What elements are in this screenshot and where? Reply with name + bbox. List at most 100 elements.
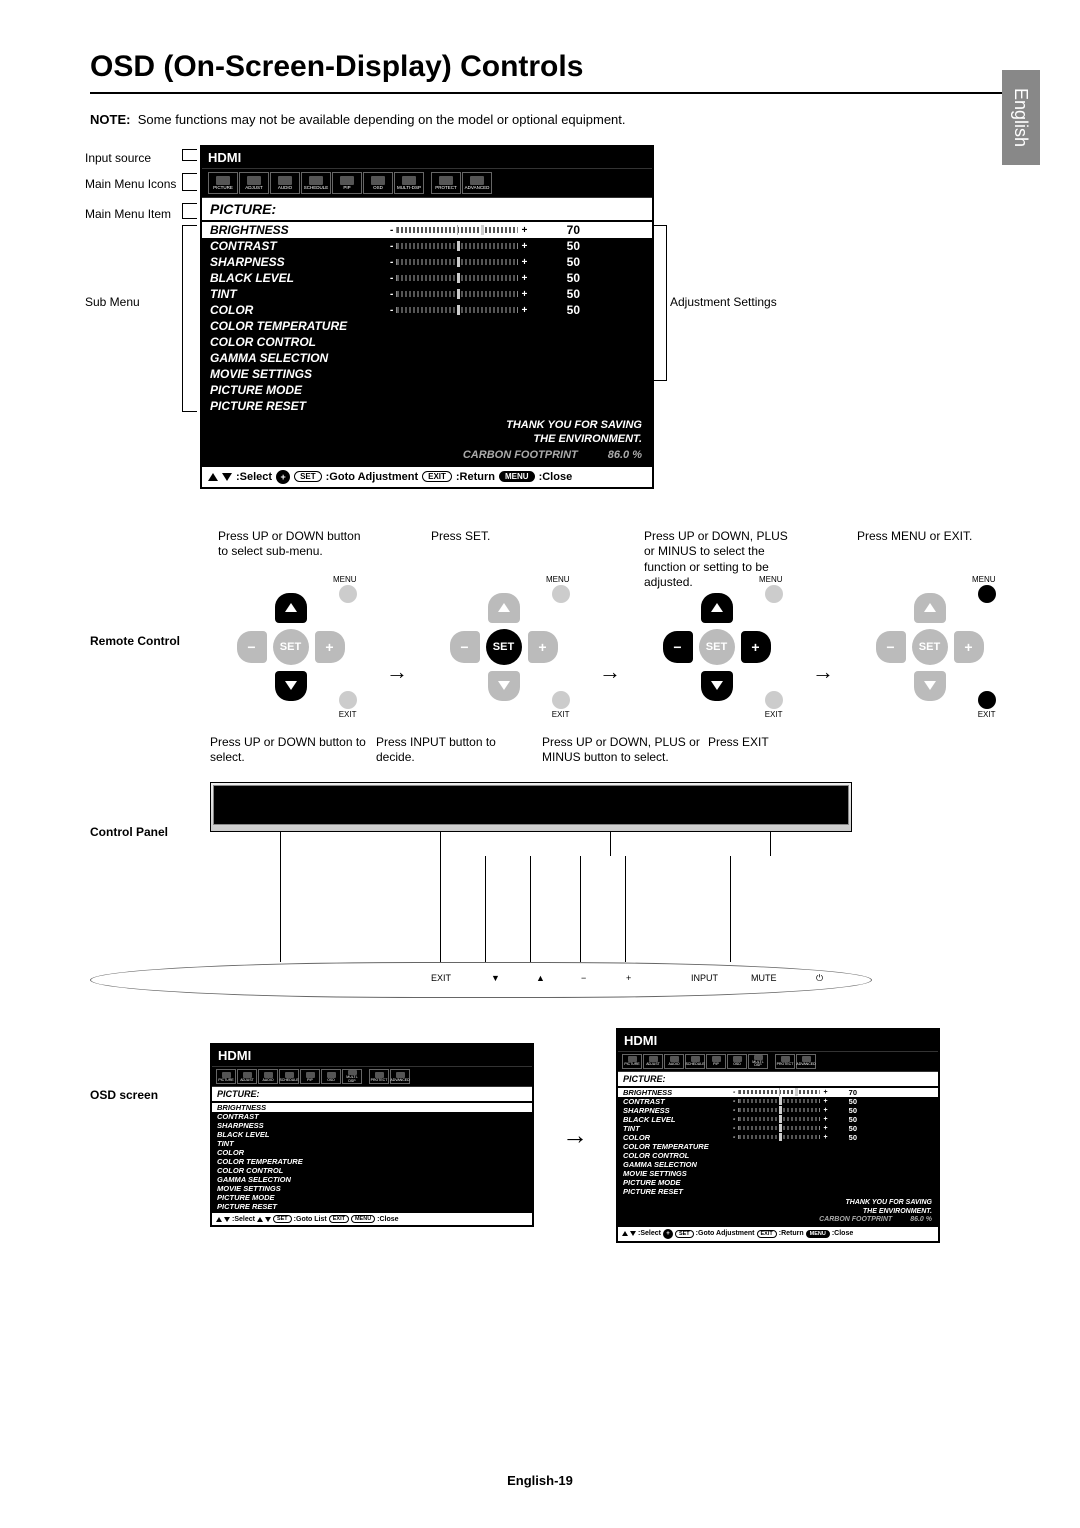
osd-item-picture-reset[interactable]: PICTURE RESET [618, 1187, 938, 1196]
menu-icon-advanced[interactable]: ADVANCED [796, 1054, 816, 1069]
cpanel-button-6[interactable]: MUTE [751, 973, 777, 983]
dpad-set-button[interactable]: SET [699, 629, 735, 665]
dpad-down-button[interactable] [701, 671, 733, 701]
osd-item-picture-mode[interactable]: PICTURE MODE [618, 1178, 938, 1187]
cpanel-button-7[interactable]: ⏻ [816, 973, 823, 984]
osd-item-black-level[interactable]: BLACK LEVEL [212, 1130, 532, 1139]
menu-icon-multi-dsp[interactable]: MULTI-DSP [394, 172, 424, 194]
menu-icon-osd[interactable]: OSD [321, 1069, 341, 1084]
menu-icon-adjust[interactable]: ADJUST [239, 172, 269, 194]
dpad-down-button[interactable] [914, 671, 946, 701]
menu-icon-audio[interactable]: AUDIO [258, 1069, 278, 1084]
osd-item-gamma-selection[interactable]: GAMMA SELECTION [618, 1160, 938, 1169]
cpanel-button-4[interactable]: + [626, 973, 631, 983]
osd-item-gamma-selection[interactable]: GAMMA SELECTION [202, 350, 652, 366]
osd-item-tint[interactable]: TINT-+50 [202, 286, 652, 302]
dpad-plus-button[interactable]: + [954, 631, 984, 663]
menu-icon-protect[interactable]: PROTECT [431, 172, 461, 194]
menu-icon-picture[interactable]: PICTURE [208, 172, 238, 194]
osd-item-movie-settings[interactable]: MOVIE SETTINGS [618, 1169, 938, 1178]
menu-button[interactable] [339, 585, 357, 603]
osd-item-color-temperature[interactable]: COLOR TEMPERATURE [202, 318, 652, 334]
cpanel-button-2[interactable]: ▲ [536, 973, 545, 983]
osd-item-black-level[interactable]: BLACK LEVEL-+50 [618, 1115, 938, 1124]
osd-item-picture-reset[interactable]: PICTURE RESET [202, 398, 652, 414]
osd-item-sharpness[interactable]: SHARPNESS-+50 [202, 254, 652, 270]
osd-item-brightness[interactable]: BRIGHTNESS-+70 [202, 222, 652, 238]
osd-item-tint[interactable]: TINT-+50 [618, 1124, 938, 1133]
osd-item-picture-reset[interactable]: PICTURE RESET [212, 1202, 532, 1211]
menu-icon-pip[interactable]: PIP [332, 172, 362, 194]
osd-item-color[interactable]: COLOR [212, 1148, 532, 1157]
dpad-up-button[interactable] [701, 593, 733, 623]
menu-icon-protect[interactable]: PROTECT [369, 1069, 389, 1084]
dpad-up-button[interactable] [914, 593, 946, 623]
osd-item-sharpness[interactable]: SHARPNESS-+50 [618, 1106, 938, 1115]
dpad-plus-button[interactable]: + [528, 631, 558, 663]
dpad-plus-button[interactable]: + [315, 631, 345, 663]
menu-button[interactable] [765, 585, 783, 603]
menu-icon-audio[interactable]: AUDIO [664, 1054, 684, 1069]
dpad-set-button[interactable]: SET [486, 629, 522, 665]
osd-item-gamma-selection[interactable]: GAMMA SELECTION [212, 1175, 532, 1184]
osd-item-movie-settings[interactable]: MOVIE SETTINGS [202, 366, 652, 382]
dpad-minus-button[interactable]: − [876, 631, 906, 663]
osd-item-color[interactable]: COLOR-+50 [618, 1133, 938, 1142]
osd-item-brightness[interactable]: BRIGHTNESS-+70 [618, 1088, 938, 1097]
dpad-plus-button[interactable]: + [741, 631, 771, 663]
osd-item-picture-mode[interactable]: PICTURE MODE [202, 382, 652, 398]
osd-item-color-control[interactable]: COLOR CONTROL [618, 1151, 938, 1160]
menu-icon-schedule[interactable]: SCHEDULE [685, 1054, 705, 1069]
cpanel-button-1[interactable]: ▼ [491, 973, 500, 983]
osd-item-color-control[interactable]: COLOR CONTROL [212, 1166, 532, 1175]
dpad-set-button[interactable]: SET [273, 629, 309, 665]
osd-item-movie-settings[interactable]: MOVIE SETTINGS [212, 1184, 532, 1193]
menu-icon-osd[interactable]: OSD [727, 1054, 747, 1069]
menu-icon-multi-dsp[interactable]: MULTI-DSP [748, 1054, 768, 1069]
dpad-set-button[interactable]: SET [912, 629, 948, 665]
menu-icon-picture[interactable]: PICTURE [216, 1069, 236, 1084]
osd-item-black-level[interactable]: BLACK LEVEL-+50 [202, 270, 652, 286]
menu-icon-picture[interactable]: PICTURE [622, 1054, 642, 1069]
osd-item-contrast[interactable]: CONTRAST-+50 [202, 238, 652, 254]
exit-button[interactable] [978, 691, 996, 709]
osd-item-contrast[interactable]: CONTRAST-+50 [618, 1097, 938, 1106]
osd-item-tint[interactable]: TINT [212, 1139, 532, 1148]
osd-item-sharpness[interactable]: SHARPNESS [212, 1121, 532, 1130]
dpad-minus-button[interactable]: − [450, 631, 480, 663]
exit-button[interactable] [765, 691, 783, 709]
menu-icon-audio[interactable]: AUDIO [270, 172, 300, 194]
osd-item-brightness[interactable]: BRIGHTNESS [212, 1103, 532, 1112]
menu-icon-advanced[interactable]: ADVANCED [462, 172, 492, 194]
menu-icon-pip[interactable]: PIP [706, 1054, 726, 1069]
dpad-down-button[interactable] [488, 671, 520, 701]
dpad-down-button[interactable] [275, 671, 307, 701]
menu-icon-adjust[interactable]: ADJUST [643, 1054, 663, 1069]
osd-item-color-temperature[interactable]: COLOR TEMPERATURE [618, 1142, 938, 1151]
cpanel-button-0[interactable]: EXIT [431, 973, 451, 983]
menu-icon-schedule[interactable]: SCHEDULE [301, 172, 331, 194]
menu-icon-advanced[interactable]: ADVANCED [390, 1069, 410, 1084]
osd-item-color-temperature[interactable]: COLOR TEMPERATURE [212, 1157, 532, 1166]
menu-icon-adjust[interactable]: ADJUST [237, 1069, 257, 1084]
osd-item-contrast[interactable]: CONTRAST [212, 1112, 532, 1121]
osd-item-color-control[interactable]: COLOR CONTROL [202, 334, 652, 350]
menu-button[interactable] [552, 585, 570, 603]
dpad-up-button[interactable] [275, 593, 307, 623]
osd-item-picture-mode[interactable]: PICTURE MODE [212, 1193, 532, 1202]
dpad-minus-button[interactable]: − [237, 631, 267, 663]
cpanel-button-5[interactable]: INPUT [691, 973, 718, 983]
menu-icon-schedule[interactable]: SCHEDULE [279, 1069, 299, 1084]
exit-button[interactable] [339, 691, 357, 709]
menu-icon-pip[interactable]: PIP [300, 1069, 320, 1084]
dpad-minus-button[interactable]: − [663, 631, 693, 663]
dpad-up-button[interactable] [488, 593, 520, 623]
osd-item-color[interactable]: COLOR-+50 [202, 302, 652, 318]
osd-item-label: BRIGHTNESS [210, 223, 390, 237]
exit-button[interactable] [552, 691, 570, 709]
menu-icon-protect[interactable]: PROTECT [775, 1054, 795, 1069]
menu-icon-multi-dsp[interactable]: MULTI-DSP [342, 1069, 362, 1084]
menu-button[interactable] [978, 585, 996, 603]
menu-icon-osd[interactable]: OSD [363, 172, 393, 194]
cpanel-button-3[interactable]: − [581, 973, 586, 983]
